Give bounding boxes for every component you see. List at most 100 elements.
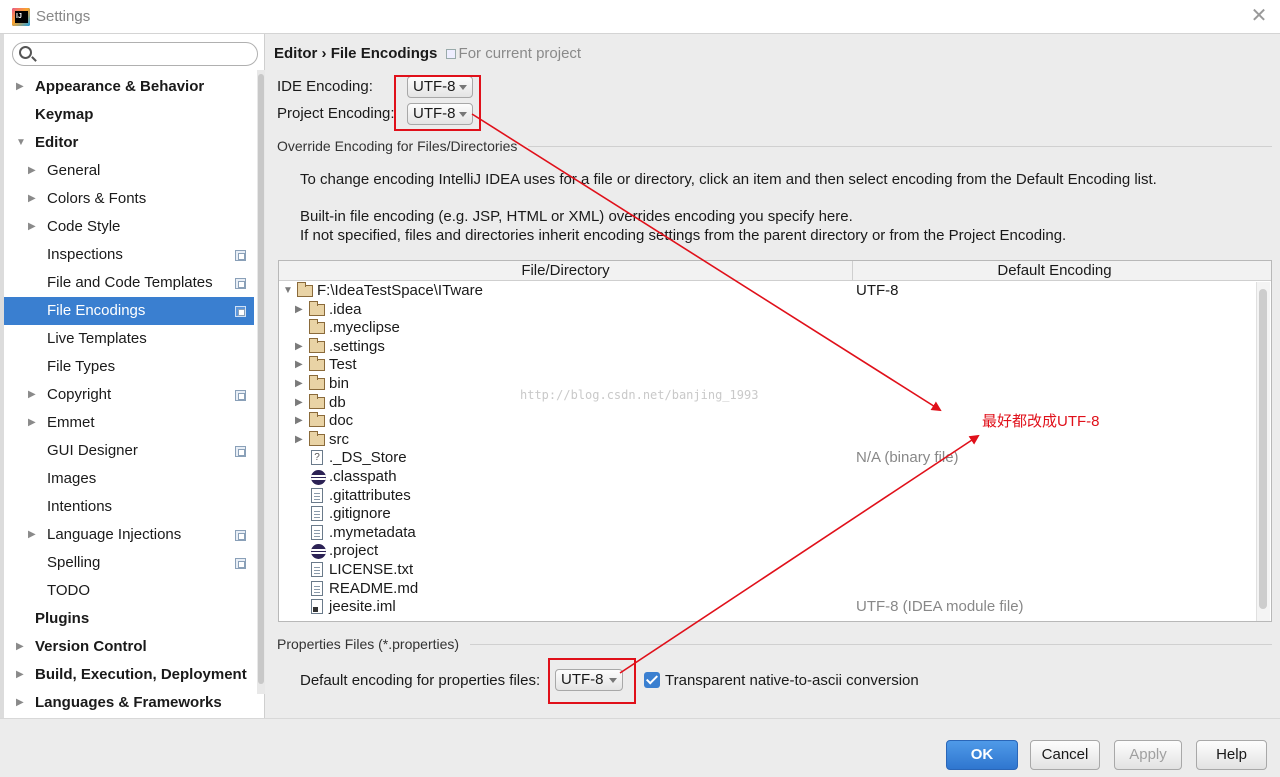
collapsed-arrow-icon[interactable]: ▶ xyxy=(295,338,303,356)
collapsed-arrow-icon[interactable]: ▶ xyxy=(16,633,24,661)
window-title: Settings xyxy=(36,8,91,25)
table-row[interactable]: ▶ src xyxy=(279,430,1254,450)
collapsed-arrow-icon[interactable]: ▶ xyxy=(28,213,36,241)
table-row[interactable]: LICENSE.txt xyxy=(279,561,1254,580)
table-row[interactable]: .gitignore xyxy=(279,505,1254,524)
collapsed-arrow-icon[interactable]: ▶ xyxy=(28,185,36,213)
table-row[interactable]: .gitattributes xyxy=(279,487,1254,506)
sidebar-item-appearance-behavior[interactable]: ▶ Appearance & Behavior xyxy=(4,73,254,101)
sidebar-item-copyright[interactable]: ▶ Copyright xyxy=(4,381,254,409)
file-encoding-table: File/Directory Default Encoding ▼ F:\Idea… xyxy=(278,260,1272,622)
sidebar-item-languages-frameworks[interactable]: ▶ Languages & Frameworks xyxy=(4,689,254,717)
file-name: bin xyxy=(329,375,350,392)
sidebar-scrollbar-thumb[interactable] xyxy=(258,74,264,684)
collapsed-arrow-icon[interactable]: ▶ xyxy=(28,157,36,185)
sidebar-item-code-style[interactable]: ▶ Code Style xyxy=(4,213,254,241)
collapsed-arrow-icon[interactable]: ▶ xyxy=(16,73,24,101)
collapsed-arrow-icon[interactable]: ▶ xyxy=(28,381,36,409)
sidebar-item-version-control[interactable]: ▶ Version Control xyxy=(4,633,254,661)
file-name: doc xyxy=(329,412,354,430)
table-row[interactable]: ▶ doc xyxy=(279,412,1254,431)
expanded-arrow-icon[interactable]: ▼ xyxy=(16,129,26,157)
sidebar-item-build-execution-deployment[interactable]: ▶ Build, Execution, Deployment xyxy=(4,661,254,689)
description-line: Built-in file encoding (e.g. JSP, HTML o… xyxy=(300,208,853,225)
sidebar-item-language-injections[interactable]: ▶ Language Injections xyxy=(4,521,254,549)
column-header-encoding[interactable]: Default Encoding xyxy=(853,261,1256,281)
sidebar-item-editor[interactable]: ▼ Editor xyxy=(4,129,254,157)
sidebar-item-file-encodings[interactable]: File Encodings xyxy=(4,297,254,325)
sidebar-item-plugins[interactable]: Plugins xyxy=(4,605,254,633)
collapsed-arrow-icon[interactable]: ▶ xyxy=(16,661,24,689)
table-row[interactable]: ? ._DS_Store N/A (binary file) xyxy=(279,449,1254,468)
sidebar-item-file-types[interactable]: File Types xyxy=(4,353,254,381)
collapsed-arrow-icon[interactable]: ▶ xyxy=(295,375,303,393)
sidebar-item-images[interactable]: Images xyxy=(4,465,254,493)
table-row[interactable]: ▼ F:\IdeaTestSpace\ITware UTF-8 xyxy=(279,282,1254,301)
collapsed-arrow-icon[interactable]: ▶ xyxy=(16,689,24,717)
file-encoding-value[interactable]: UTF-8 xyxy=(856,282,899,300)
table-row[interactable]: .mymetadata xyxy=(279,524,1254,543)
properties-encoding-label: Default encoding for properties files: xyxy=(300,672,541,689)
collapsed-arrow-icon[interactable]: ▶ xyxy=(295,431,303,449)
file-name: .gitignore xyxy=(329,505,391,523)
table-row[interactable]: ▶ .idea xyxy=(279,300,1254,320)
table-row[interactable]: jeesite.iml UTF-8 (IDEA module file) xyxy=(279,598,1254,617)
sidebar-item-file-and-code-templates[interactable]: File and Code Templates xyxy=(4,269,254,297)
table-row[interactable]: .classpath xyxy=(279,468,1254,487)
sidebar-item-general[interactable]: ▶ General xyxy=(4,157,254,185)
file-name: .project xyxy=(329,542,379,560)
table-row[interactable]: ▶ Test xyxy=(279,356,1254,375)
highlight-box xyxy=(394,75,481,131)
collapsed-arrow-icon[interactable]: ▶ xyxy=(295,394,303,412)
folder-icon xyxy=(309,356,325,372)
table-row[interactable]: .myeclipse xyxy=(279,319,1254,338)
table-row[interactable]: ▶ .settings xyxy=(279,337,1254,357)
collapsed-arrow-icon[interactable]: ▶ xyxy=(295,301,303,319)
close-icon[interactable]: ✕ xyxy=(1248,5,1270,27)
file-name: .gitattributes xyxy=(329,486,411,504)
sidebar-item-emmet[interactable]: ▶ Emmet xyxy=(4,409,254,437)
sidebar-item-keymap[interactable]: Keymap xyxy=(4,101,254,129)
sidebar-item-label: Plugins xyxy=(35,610,90,627)
file-encoding-value[interactable]: N/A (binary file) xyxy=(856,449,959,467)
table-row[interactable]: .project xyxy=(279,542,1254,561)
sidebar-item-label: Keymap xyxy=(35,106,94,123)
apply-button[interactable]: Apply xyxy=(1114,740,1182,770)
settings-search[interactable] xyxy=(12,42,258,66)
table-row[interactable]: ▶ bin xyxy=(279,375,1254,394)
native-ascii-label[interactable]: Transparent native-to-ascii conversion xyxy=(665,672,919,689)
expanded-arrow-icon[interactable]: ▼ xyxy=(283,282,293,300)
file-icon xyxy=(311,524,323,540)
sidebar-item-inspections[interactable]: Inspections xyxy=(4,241,254,269)
help-button[interactable]: Help xyxy=(1196,740,1267,770)
sidebar-item-todo[interactable]: TODO xyxy=(4,577,254,605)
sidebar-item-intentions[interactable]: Intentions xyxy=(4,493,254,521)
collapsed-arrow-icon[interactable]: ▶ xyxy=(28,409,36,437)
file-encoding-value[interactable]: UTF-8 (IDEA module file) xyxy=(856,598,1024,616)
ok-button[interactable]: OK xyxy=(946,740,1018,770)
sidebar-item-label: File Encodings xyxy=(47,302,146,319)
table-row[interactable]: ▶ db xyxy=(279,393,1254,413)
file-name: jeesite.iml xyxy=(329,598,396,616)
sidebar-item-label: Spelling xyxy=(47,554,101,571)
sidebar-item-live-templates[interactable]: Live Templates xyxy=(4,325,254,353)
file-icon xyxy=(311,580,323,596)
sidebar-item-label: General xyxy=(47,162,101,179)
column-header-file[interactable]: File/Directory xyxy=(279,261,853,281)
search-input[interactable] xyxy=(37,45,249,63)
sidebar-item-label: File and Code Templates xyxy=(47,274,213,291)
table-row[interactable]: README.md xyxy=(279,580,1254,599)
folder-icon xyxy=(309,412,325,428)
sidebar-item-spelling[interactable]: Spelling xyxy=(4,549,254,577)
native-ascii-checkbox[interactable] xyxy=(644,672,660,688)
collapsed-arrow-icon[interactable]: ▶ xyxy=(295,356,303,374)
sidebar-item-gui-designer[interactable]: GUI Designer xyxy=(4,437,254,465)
collapsed-arrow-icon[interactable]: ▶ xyxy=(295,412,303,430)
table-scrollbar-thumb[interactable] xyxy=(1259,289,1267,609)
sidebar-item-label: Language Injections xyxy=(47,526,182,543)
ide-encoding-label: IDE Encoding: xyxy=(277,78,373,95)
collapsed-arrow-icon[interactable]: ▶ xyxy=(28,521,36,549)
cancel-button[interactable]: Cancel xyxy=(1030,740,1100,770)
sidebar-item-colors-fonts[interactable]: ▶ Colors & Fonts xyxy=(4,185,254,213)
file-name: db xyxy=(329,393,346,411)
